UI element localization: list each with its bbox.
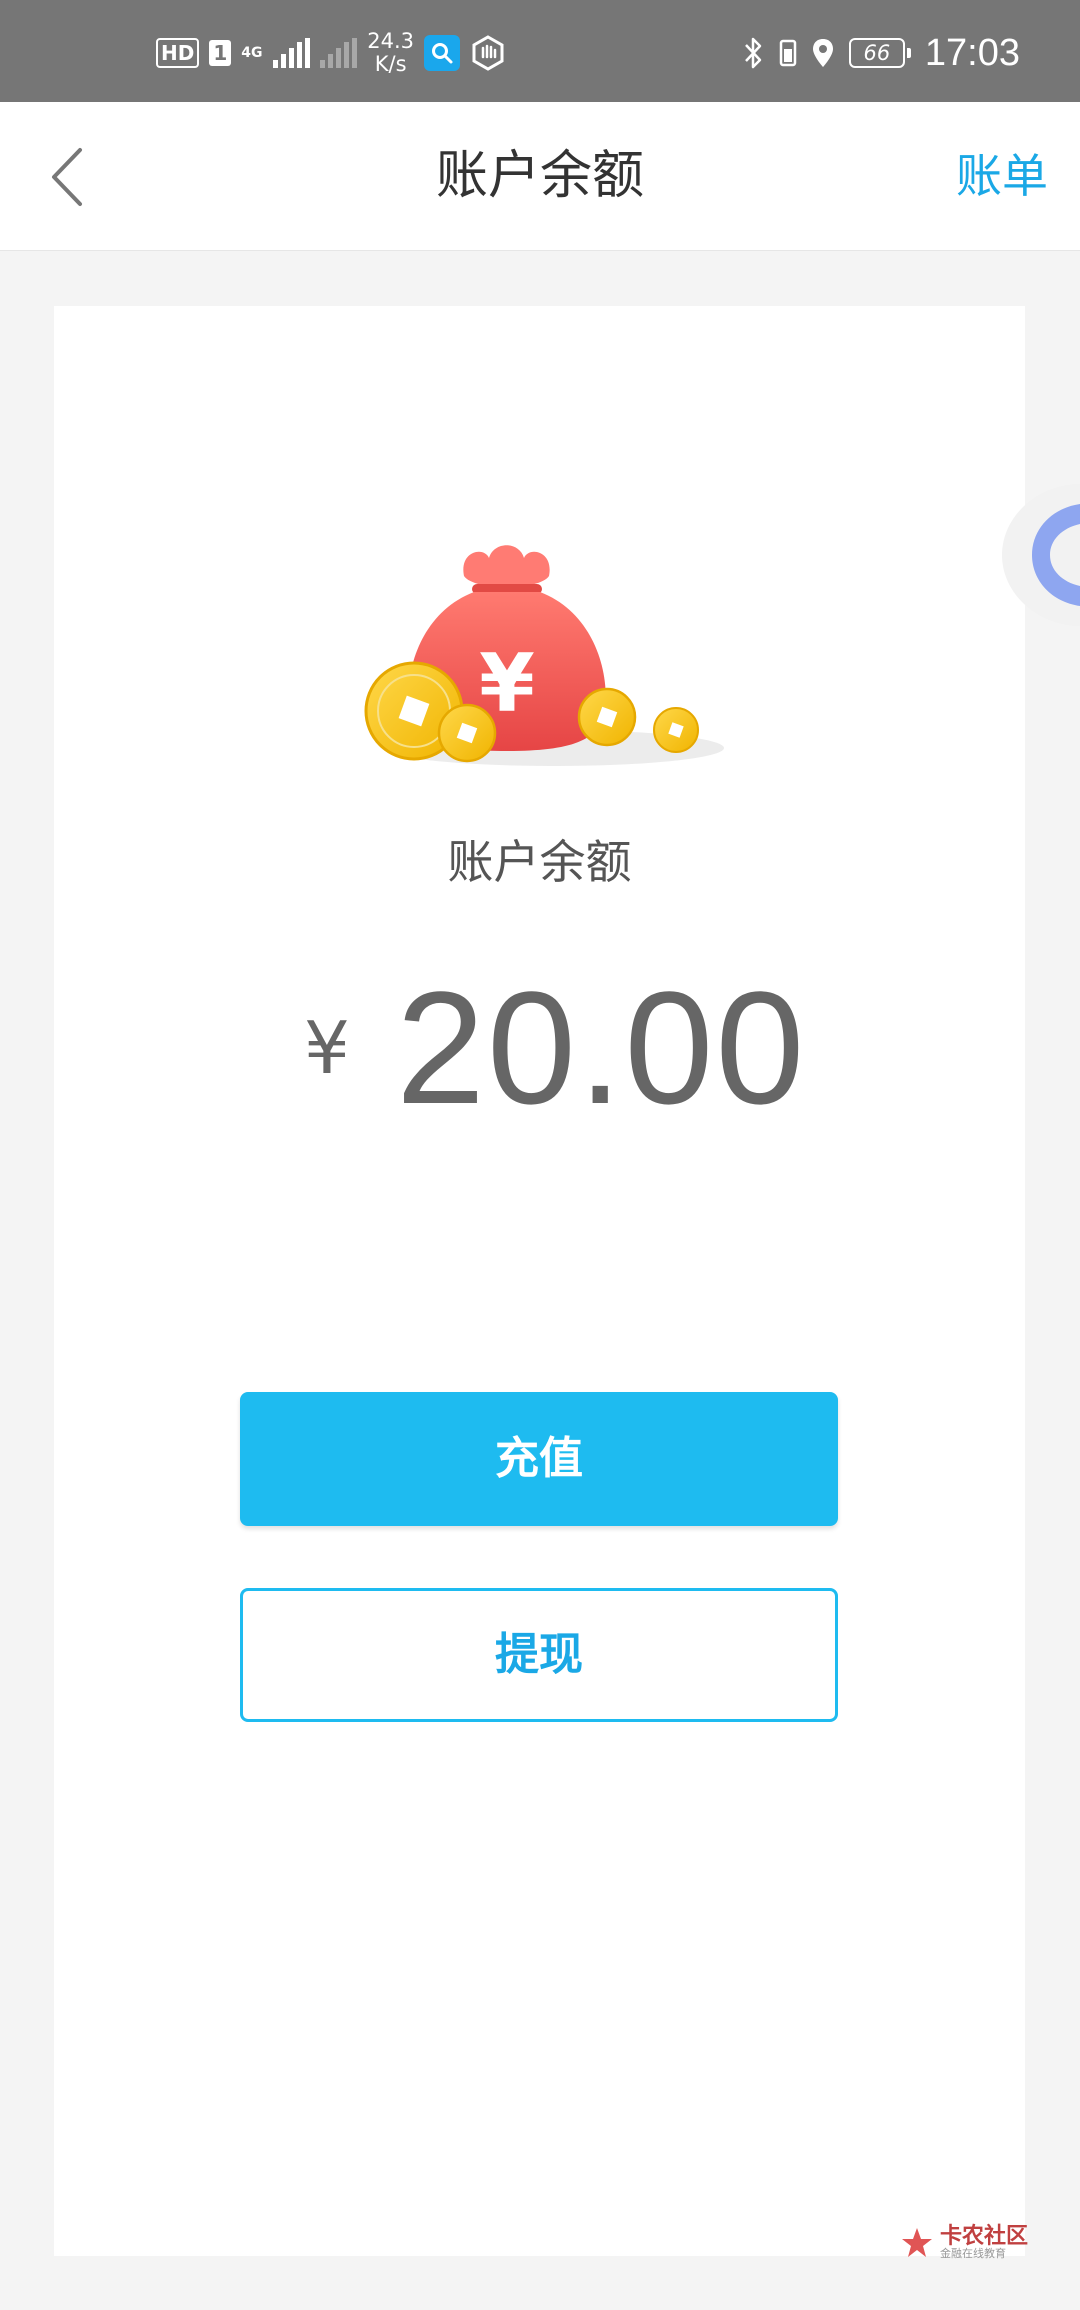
signal-icon <box>273 38 311 68</box>
balance-amount: 20.00 <box>396 958 807 1137</box>
balance-card: ¥ 账户余额 ¥ 20.00 充值 提现 <box>54 306 1025 2256</box>
watermark-title: 卡农社区 <box>940 2224 1029 2249</box>
hd-badge: HD <box>156 38 200 68</box>
signal-secondary-icon <box>320 38 358 68</box>
status-right: 66 17:03 <box>743 30 1020 76</box>
status-bar: HD 1 4G 24.3 K/s 66 17:03 <box>0 0 1080 102</box>
balance-label: 账户余额 <box>447 835 632 889</box>
bluetooth-icon <box>744 37 762 69</box>
speed-unit: K/s <box>374 52 407 76</box>
watermark-text-group: 卡农社区 金融在线教育 <box>940 2226 1028 2260</box>
currency-symbol: ¥ <box>304 1006 350 1090</box>
withdraw-button[interactable]: 提现 <box>240 1588 838 1722</box>
watermark-subtitle: 金融在线教育 <box>940 2247 1006 2260</box>
network-speed: 24.3 K/s <box>367 30 414 76</box>
money-bag-icon: ¥ <box>364 545 724 766</box>
network-type: 4G <box>241 45 263 61</box>
vibrate-icon <box>779 39 797 67</box>
balance-amount-row: ¥ 20.00 <box>54 958 1025 1146</box>
nav-header: 账户余额 账单 <box>0 102 1080 251</box>
bill-link[interactable]: 账单 <box>956 102 1048 250</box>
sim-badge: 1 <box>209 40 232 66</box>
page-title: 账户余额 <box>435 146 644 206</box>
clock: 17:03 <box>924 31 1020 74</box>
search-app-icon <box>424 35 461 71</box>
community-watermark: 卡农社区 金融在线教育 <box>900 2226 1028 2260</box>
location-icon <box>812 39 833 67</box>
recharge-button[interactable]: 充值 <box>240 1392 838 1526</box>
battery-level: 66 <box>863 41 891 65</box>
hand-app-icon <box>472 35 504 71</box>
speed-value: 24.3 <box>367 29 415 53</box>
floating-assistant-icon[interactable] <box>1002 484 1080 626</box>
battery-icon: 66 <box>848 38 911 68</box>
community-logo-icon <box>902 2228 932 2257</box>
status-left: HD 1 4G 24.3 K/s <box>156 30 506 76</box>
